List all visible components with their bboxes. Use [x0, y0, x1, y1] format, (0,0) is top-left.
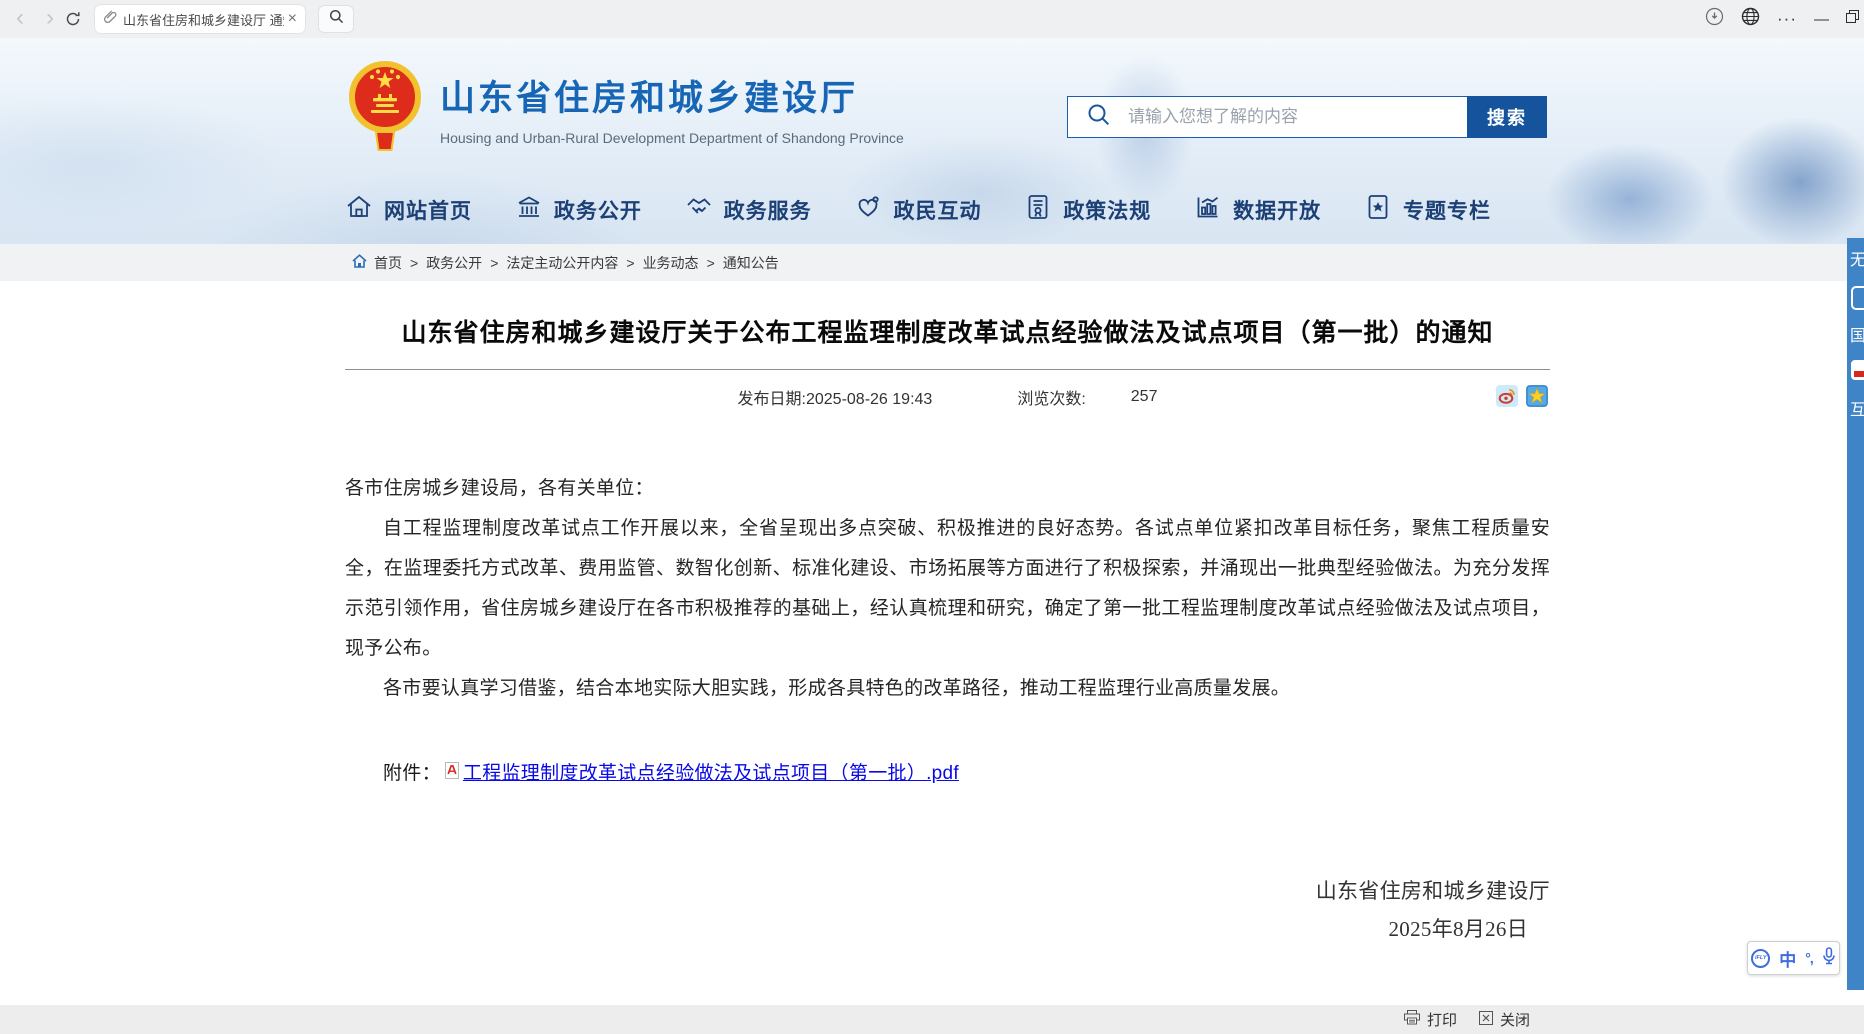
nav-label: 政策法规: [1063, 195, 1151, 225]
attachment-row: 附件： 工程监理制度改革试点经验做法及试点项目（第一批）.pdf: [345, 754, 1550, 794]
breadcrumb-separator: >: [410, 255, 418, 271]
nav-item-opendata[interactable]: 数据开放: [1194, 193, 1321, 227]
tab-close-icon[interactable]: ×: [288, 5, 297, 33]
site-header: 山东省住房和城乡建设厅 Housing and Urban-Rural Deve…: [0, 38, 1864, 244]
ime-language-bar[interactable]: iFLY 中 °,: [1747, 941, 1840, 975]
article-content: 山东省住房和城乡建设厅关于公布工程监理制度改革试点经验做法及试点项目（第一批）的…: [0, 281, 1864, 1005]
nav-item-policies[interactable]: 政策法规: [1024, 193, 1151, 227]
publish-date: 发布日期:2025-08-26 19:43: [738, 385, 933, 409]
globe-icon[interactable]: [1741, 7, 1760, 31]
nav-label: 政务服务: [724, 195, 812, 225]
main-nav: 网站首页 政务公开 政务服务 政民互动 政策法规: [345, 188, 1491, 232]
paragraph: 各市要认真学习借鉴，结合本地实际大胆实践，形成各具特色的改革路径，推动工程监理行…: [345, 669, 1550, 709]
search-icon: [1086, 102, 1112, 133]
browser-toolbar: ‹ › 山东省住房和城乡建设厅 通知 × ··· —: [0, 0, 1864, 38]
link-icon: [103, 10, 117, 29]
ime-language-toggle[interactable]: 中: [1779, 946, 1796, 971]
printer-icon[interactable]: [1404, 1010, 1420, 1029]
restore-window-icon[interactable]: [1846, 10, 1859, 28]
ime-punctuation-toggle[interactable]: °,: [1805, 950, 1813, 966]
search-icon: [329, 9, 344, 29]
site-search: 搜索: [1067, 96, 1547, 138]
nav-item-topics[interactable]: 专题专栏: [1364, 193, 1491, 227]
browser-window-controls: ··· —: [1705, 0, 1859, 38]
browser-back-button[interactable]: ‹: [8, 0, 32, 36]
nav-item-govinfo[interactable]: 政务公开: [515, 193, 642, 227]
views-label: 浏览次数:: [1017, 385, 1085, 409]
home-icon: [345, 193, 373, 227]
nav-label: 数据开放: [1233, 195, 1321, 225]
minimize-icon[interactable]: —: [1814, 11, 1829, 28]
download-icon[interactable]: [1705, 7, 1724, 31]
breadcrumb: 首页 > 政务公开 > 法定主动公开内容 > 业务动态 > 通知公告: [0, 244, 1864, 281]
microphone-icon[interactable]: [1822, 947, 1836, 970]
side-panel-glyph: 国: [1850, 322, 1864, 346]
browser-forward-button[interactable]: ›: [38, 0, 62, 36]
nav-label: 专题专栏: [1403, 195, 1491, 225]
breadcrumb-item-govinfo[interactable]: 政务公开: [426, 253, 482, 273]
close-button[interactable]: 关闭: [1500, 1009, 1530, 1030]
attachment-label: 附件：: [383, 754, 441, 794]
side-panel-glyph: 无: [1850, 246, 1864, 270]
handshake-icon: [685, 193, 713, 227]
page-title: 山东省住房和城乡建设厅关于公布工程监理制度改革试点经验做法及试点项目（第一批）的…: [345, 281, 1550, 349]
chart-icon: [1194, 193, 1222, 227]
close-box-icon[interactable]: [1479, 1011, 1493, 1029]
site-title: 山东省住房和城乡建设厅: [440, 70, 904, 121]
breadcrumb-separator: >: [626, 255, 634, 271]
side-panel-icon: [1851, 360, 1864, 380]
qzone-share-icon[interactable]: [1526, 385, 1548, 412]
site-subtitle: Housing and Urban-Rural Development Depa…: [440, 130, 904, 146]
breadcrumb-separator: >: [490, 255, 498, 271]
nav-item-interaction[interactable]: 政民互动: [854, 193, 981, 227]
breadcrumb-item-statutory[interactable]: 法定主动公开内容: [506, 253, 618, 273]
home-icon: [352, 254, 367, 271]
title-divider: [345, 369, 1550, 370]
heart-icon: [854, 193, 882, 227]
nav-label: 政务公开: [554, 195, 642, 225]
search-input[interactable]: [1126, 106, 1467, 128]
nav-item-home[interactable]: 网站首页: [345, 193, 472, 227]
breadcrumb-item-notices[interactable]: 通知公告: [723, 253, 779, 273]
views-count: 257: [1131, 388, 1158, 406]
side-panel-glyph: 互: [1850, 396, 1864, 420]
side-panel-icon: [1851, 286, 1864, 310]
article-meta: 发布日期:2025-08-26 19:43 浏览次数: 257: [345, 385, 1550, 411]
pdf-icon: [445, 754, 459, 794]
salutation: 各市住房城乡建设局，各有关单位：: [345, 469, 1550, 509]
browser-search-button[interactable]: [318, 5, 354, 33]
national-emblem: [348, 58, 422, 161]
attachment-link[interactable]: 工程监理制度改革试点经验做法及试点项目（第一批）.pdf: [463, 754, 959, 794]
breadcrumb-separator: >: [707, 255, 715, 271]
search-submit-button[interactable]: 搜索: [1467, 96, 1547, 138]
browser-tab[interactable]: 山东省住房和城乡建设厅 通知 ×: [95, 5, 305, 33]
star-document-icon: [1364, 193, 1392, 227]
article-body: 各市住房城乡建设局，各有关单位： 自工程监理制度改革试点工作开展以来，全省呈现出…: [345, 469, 1550, 948]
floating-side-panel[interactable]: 无 国 互: [1847, 238, 1864, 990]
nav-item-services[interactable]: 政务服务: [685, 193, 812, 227]
policy-document-icon: [1024, 193, 1052, 227]
menu-dots-icon[interactable]: ···: [1777, 0, 1797, 38]
ifly-logo-icon: iFLY: [1751, 949, 1770, 968]
bank-icon: [515, 193, 543, 227]
signature-name: 山东省住房和城乡建设厅: [345, 872, 1550, 910]
weibo-share-icon[interactable]: [1496, 385, 1518, 412]
breadcrumb-item-home[interactable]: 首页: [374, 253, 402, 273]
signature-date: 2025年8月26日: [345, 910, 1550, 948]
print-button[interactable]: 打印: [1427, 1009, 1457, 1030]
reload-icon[interactable]: [64, 10, 82, 28]
tab-title: 山东省住房和城乡建设厅 通知: [123, 10, 284, 29]
breadcrumb-item-business[interactable]: 业务动态: [643, 253, 699, 273]
article-footer-bar: 打印 关闭: [0, 1005, 1864, 1034]
site-brand: 山东省住房和城乡建设厅 Housing and Urban-Rural Deve…: [440, 70, 904, 146]
nav-label: 政民互动: [893, 195, 981, 225]
signature-block: 山东省住房和城乡建设厅 2025年8月26日: [345, 872, 1550, 948]
nav-label: 网站首页: [384, 195, 472, 225]
paragraph: 自工程监理制度改革试点工作开展以来，全省呈现出多点突破、积极推进的良好态势。各试…: [345, 509, 1550, 669]
